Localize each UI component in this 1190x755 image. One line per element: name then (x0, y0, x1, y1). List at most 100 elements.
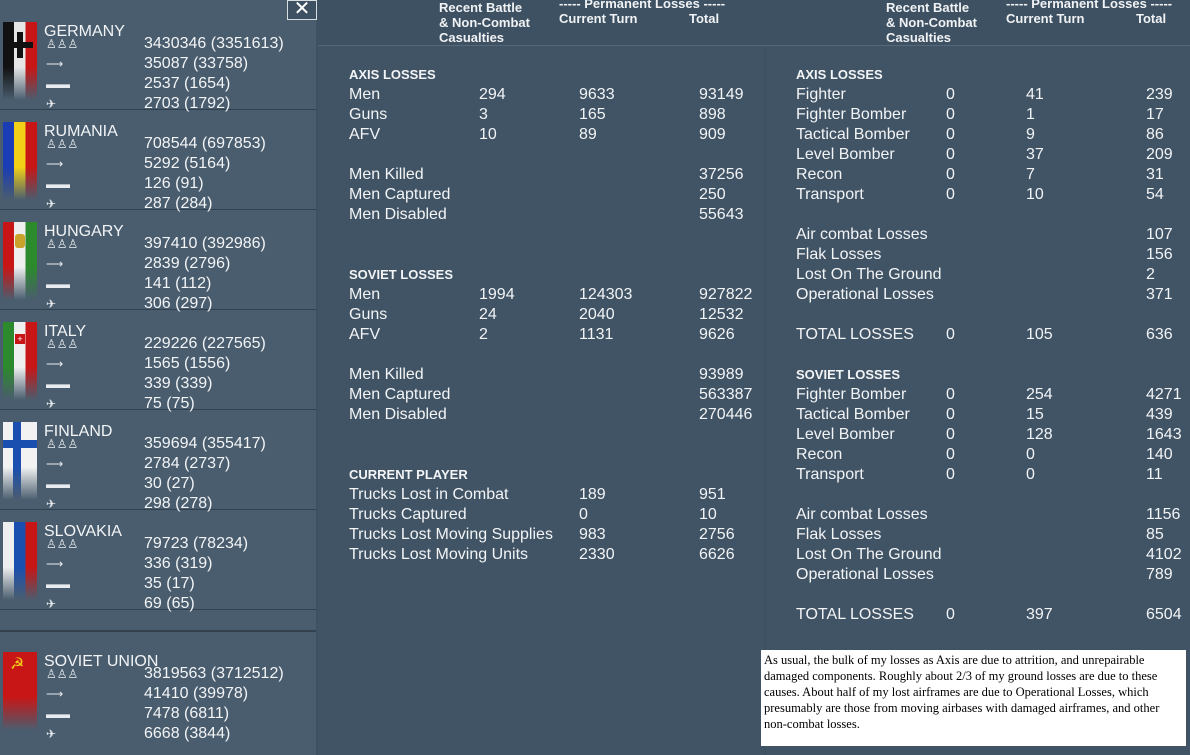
total-header: Total (1136, 11, 1167, 26)
loss-label: Lost On The Ground (796, 546, 942, 563)
gun-losses: 35087 (33758) (144, 55, 249, 72)
close-icon: ✕ (293, 0, 311, 20)
current-turn-header: Current Turn (559, 11, 638, 26)
gun-losses: 2839 (2796) (144, 255, 231, 272)
nation-italy[interactable]: + ITALY ♙♙♙ ⟶ ▬▬ ✈ 229226 (227565) 1565 … (0, 309, 316, 412)
loss-value: 0 (1026, 446, 1035, 463)
close-button[interactable]: ✕ (287, 0, 317, 20)
gun-losses: 336 (319) (144, 555, 213, 572)
loss-label: Men (349, 86, 381, 103)
loss-value: 3 (479, 106, 488, 123)
loss-value: 983 (579, 526, 606, 543)
current-turn-header: Current Turn (1006, 11, 1085, 26)
loss-label: Guns (349, 106, 388, 123)
loss-label: Flak Losses (796, 246, 882, 263)
loss-value: 1156 (1146, 506, 1181, 523)
loss-value: 4102 (1146, 546, 1182, 563)
nation-rumania[interactable]: RUMANIA ♙♙♙ ⟶ ▬▬ ✈ 708544 (697853) 5292 … (0, 109, 316, 212)
gun-icon: ⟶ (46, 457, 64, 471)
nation-sidebar: GERMANY ♙♙♙ ⟶ ▬▬ ✈ 3430346 (3351613) 350… (0, 0, 316, 755)
tank-icon: ▬▬ (46, 277, 70, 291)
loss-label: Men Captured (349, 186, 451, 203)
total-header: Total (689, 11, 720, 26)
loss-label: Level Bomber (796, 146, 895, 163)
loss-value: 439 (1146, 406, 1173, 423)
gun-losses: 2784 (2737) (144, 455, 231, 472)
tank-icon: ▬▬ (46, 577, 70, 591)
gun-losses: 5292 (5164) (144, 155, 231, 172)
gun-icon: ⟶ (46, 57, 64, 71)
nation-slovakia[interactable]: SLOVAKIA ♙♙♙ ⟶ ▬▬ ✈ 79723 (78234) 336 (3… (0, 509, 316, 612)
loss-value: 209 (1146, 146, 1173, 163)
loss-label: Air combat Losses (796, 226, 928, 243)
loss-value: 0 (579, 506, 588, 523)
total-value: 636 (1146, 326, 1173, 343)
afv-losses: 7478 (6811) (144, 705, 230, 722)
loss-label: AFV (349, 326, 381, 343)
loss-label: Tactical Bomber (796, 126, 910, 143)
men-icon: ♙♙♙ (46, 37, 79, 51)
tank-icon: ▬▬ (46, 377, 70, 391)
men-icon: ♙♙♙ (46, 237, 79, 251)
loss-value: 1131 (579, 326, 614, 343)
loss-label: Men Killed (349, 166, 424, 183)
loss-value: 1994 (479, 286, 515, 303)
loss-value: 10 (479, 126, 497, 143)
total-label: TOTAL LOSSES (796, 606, 914, 623)
soviet-losses-title: SOVIET LOSSES (349, 267, 454, 282)
soviet-flag-icon: ☭ (3, 652, 37, 730)
loss-value: 250 (699, 186, 726, 203)
tank-icon: ▬▬ (46, 177, 70, 191)
gun-icon: ⟶ (46, 357, 64, 371)
loss-value: 0 (946, 426, 955, 443)
loss-value: 4271 (1146, 386, 1182, 403)
nation-soviet-union[interactable]: ☭ SOVIET UNION ♙♙♙ ⟶ ▬▬ ✈ 3819563 (37125… (0, 639, 316, 742)
loss-value: 2756 (699, 526, 735, 543)
loss-value: 55643 (699, 206, 744, 223)
loss-label: Trucks Captured (349, 506, 467, 523)
gun-icon: ⟶ (46, 557, 64, 571)
loss-value: 1643 (1146, 426, 1182, 443)
loss-label: Men Disabled (349, 206, 447, 223)
nation-hungary[interactable]: HUNGARY ♙♙♙ ⟶ ▬▬ ✈ 397410 (392986) 2839 … (0, 209, 316, 312)
loss-value: 270446 (699, 406, 753, 423)
loss-value: 0 (946, 166, 955, 183)
loss-value: 0 (946, 406, 955, 423)
italy-flag-icon: + (3, 322, 37, 400)
loss-label: Trucks Lost in Combat (349, 486, 509, 503)
afv-losses: 141 (112) (144, 275, 212, 292)
tank-icon: ▬▬ (46, 77, 70, 91)
loss-value: 12532 (699, 306, 744, 323)
loss-value: 371 (1146, 286, 1173, 303)
loss-value: 9633 (579, 86, 615, 103)
loss-label: Air combat Losses (796, 506, 928, 523)
loss-value: 128 (1026, 426, 1053, 443)
nation-germany[interactable]: GERMANY ♙♙♙ ⟶ ▬▬ ✈ 3430346 (3351613) 350… (0, 9, 316, 112)
gun-losses: 41410 (39978) (144, 685, 249, 702)
loss-value: 10 (699, 506, 717, 523)
loss-label: Men Killed (349, 366, 424, 383)
men-icon: ♙♙♙ (46, 337, 79, 351)
plane-icon: ✈ (46, 597, 57, 611)
loss-label: Operational Losses (796, 286, 934, 303)
loss-value: 951 (699, 486, 726, 503)
total-value: 105 (1026, 326, 1053, 343)
loss-value: 9626 (699, 326, 735, 343)
header-divider (318, 45, 1190, 46)
loss-value: 2 (479, 326, 488, 343)
loss-value: 89 (579, 126, 597, 143)
sidebar-divider (0, 630, 316, 632)
loss-value: 15 (1026, 406, 1044, 423)
loss-label: Men (349, 286, 381, 303)
permanent-losses-header: ----- Permanent Losses ----- (1006, 0, 1173, 11)
loss-value: 156 (1146, 246, 1173, 263)
afv-losses: 2537 (1654) (144, 75, 231, 92)
loss-value: 9 (1026, 126, 1035, 143)
men-losses: 3430346 (3351613) (144, 35, 284, 52)
nation-finland[interactable]: FINLAND ♙♙♙ ⟶ ▬▬ ✈ 359694 (355417) 2784 … (0, 409, 316, 512)
recent-battle-header: Recent Battle & Non-Combat Casualties (886, 0, 977, 45)
loss-value: 1 (1026, 106, 1035, 123)
men-losses: 79723 (78234) (144, 535, 249, 552)
loss-label: Transport (796, 186, 864, 203)
loss-label: Guns (349, 306, 388, 323)
